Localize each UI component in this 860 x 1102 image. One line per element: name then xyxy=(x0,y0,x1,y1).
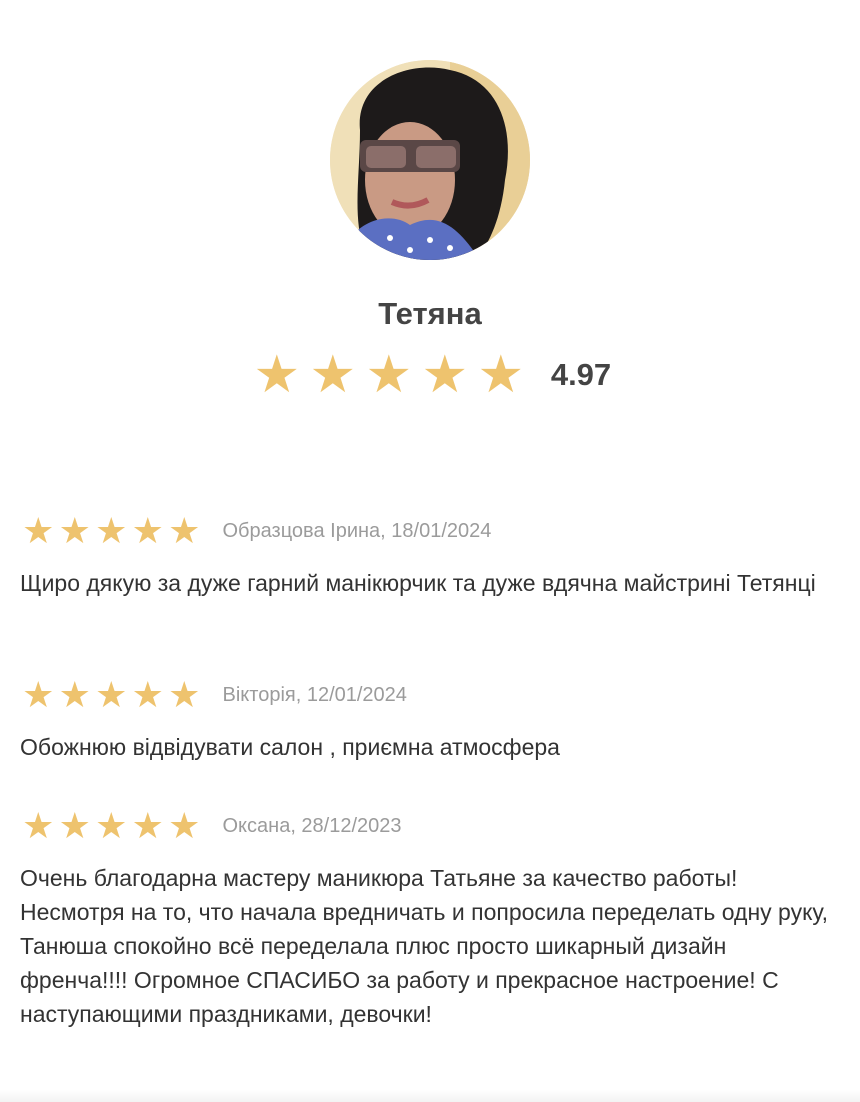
review-stars: ★ ★ ★ ★ ★ xyxy=(20,806,203,846)
review-meta: Вікторія, 12/01/2024 xyxy=(222,683,407,706)
reviews-list: ★ ★ ★ ★ ★ Образцова Ірина, 18/01/2024 Щи… xyxy=(20,510,840,1031)
profile-rating: ★ ★ ★ ★ ★ 4.97 xyxy=(0,346,860,404)
review-item: ★ ★ ★ ★ ★ Вікторія, 12/01/2024 Обожнюю в… xyxy=(20,674,840,805)
profile-rating-stars: ★ ★ ★ ★ ★ xyxy=(249,346,529,404)
review-item: ★ ★ ★ ★ ★ Оксана, 28/12/2023 Очень благо… xyxy=(20,805,840,1031)
review-meta: Образцова Ірина, 18/01/2024 xyxy=(222,519,492,542)
star-icon: ★ xyxy=(22,510,55,551)
profile-card: Тетяна ★ ★ ★ ★ ★ 4.97 xyxy=(0,60,860,404)
star-icon: ★ xyxy=(95,674,128,715)
star-icon: ★ xyxy=(365,346,413,404)
avatar xyxy=(330,60,530,260)
star-icon: ★ xyxy=(58,674,91,715)
star-icon: ★ xyxy=(58,805,91,846)
review-header: ★ ★ ★ ★ ★ Оксана, 28/12/2023 xyxy=(20,805,840,847)
star-icon: ★ xyxy=(421,346,469,404)
star-icon: ★ xyxy=(131,510,164,551)
star-icon: ★ xyxy=(477,346,525,404)
star-icon: ★ xyxy=(168,805,201,846)
rating-value: 4.97 xyxy=(550,357,612,392)
review-text: Очень благодарна мастеру маникюра Татьян… xyxy=(20,865,828,1027)
star-icon: ★ xyxy=(22,805,55,846)
review-text: Щиро дякую за дуже гарний манікюрчик та … xyxy=(20,570,816,596)
star-icon: ★ xyxy=(168,674,201,715)
review-meta: Оксана, 28/12/2023 xyxy=(222,814,402,837)
star-icon: ★ xyxy=(131,674,164,715)
review-text: Обожнюю відвідувати салон , приємна атмо… xyxy=(20,734,560,760)
star-icon: ★ xyxy=(58,510,91,551)
star-icon: ★ xyxy=(168,510,201,551)
review-item: ★ ★ ★ ★ ★ Образцова Ірина, 18/01/2024 Щи… xyxy=(20,510,840,674)
star-icon: ★ xyxy=(309,346,357,404)
star-icon: ★ xyxy=(253,346,301,404)
star-icon: ★ xyxy=(131,805,164,846)
review-header: ★ ★ ★ ★ ★ Образцова Ірина, 18/01/2024 xyxy=(20,510,840,552)
review-stars: ★ ★ ★ ★ ★ xyxy=(20,675,203,715)
profile-name: Тетяна xyxy=(378,296,482,331)
avatar-photo xyxy=(330,60,530,260)
star-icon: ★ xyxy=(95,805,128,846)
star-icon: ★ xyxy=(22,674,55,715)
review-stars: ★ ★ ★ ★ ★ xyxy=(20,511,203,551)
review-header: ★ ★ ★ ★ ★ Вікторія, 12/01/2024 xyxy=(20,674,840,716)
star-icon: ★ xyxy=(95,510,128,551)
bottom-divider xyxy=(0,1090,860,1102)
